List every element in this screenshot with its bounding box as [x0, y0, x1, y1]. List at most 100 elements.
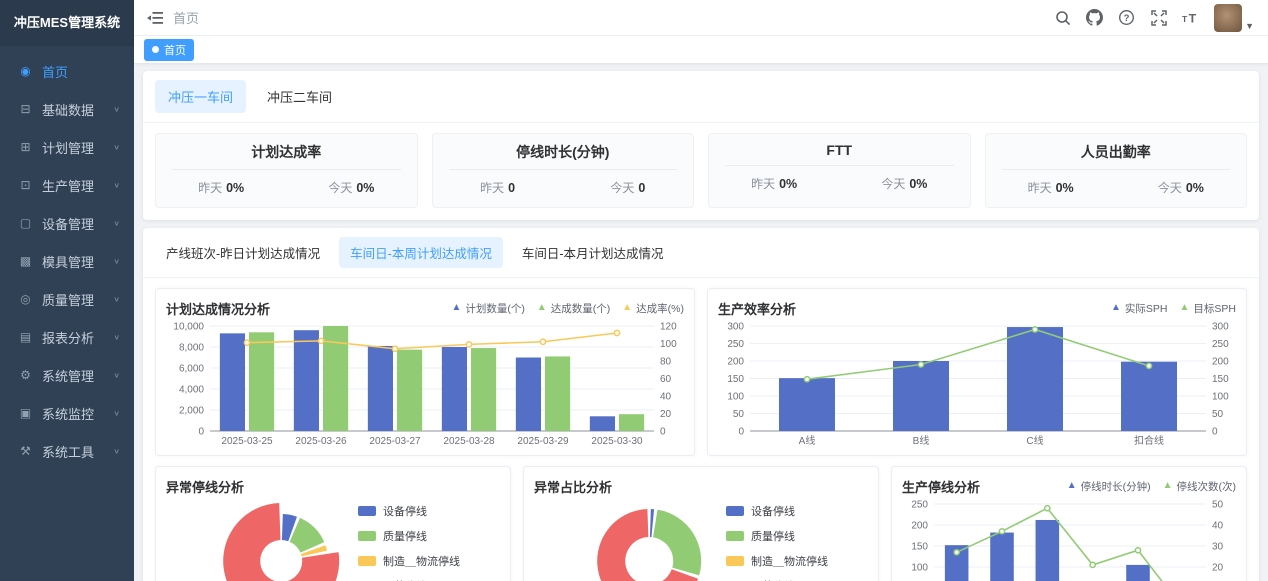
kpi-card-2: FTT昨天0%今天0%	[708, 133, 971, 208]
sidebar-item-7[interactable]: ▤报表分析∨	[0, 318, 134, 356]
sidebar-item-9[interactable]: ▣系统监控∨	[0, 394, 134, 432]
sidebar-item-8[interactable]: ⚙系统管理∨	[0, 356, 134, 394]
panel-abnormal-stop-analysis: 异常停线分析 设备停线质量停线制造＿物流停线工艺停线制造＿过程停线	[155, 466, 511, 581]
chevron-down-icon: ∨	[113, 105, 120, 114]
panel-title: 生产效率分析	[718, 299, 796, 318]
svg-text:150: 150	[911, 542, 928, 553]
chevron-down-icon: ∨	[113, 447, 120, 456]
svg-text:A线: A线	[799, 434, 816, 447]
svg-text:B线: B线	[913, 434, 930, 447]
breadcrumb[interactable]: 首页	[173, 8, 199, 27]
kpi-today: 今天0%	[881, 175, 927, 193]
svg-text:200: 200	[911, 521, 928, 532]
svg-text:40: 40	[660, 392, 672, 403]
kpi-today-label: 今天	[1158, 181, 1182, 195]
svg-text:100: 100	[727, 392, 744, 403]
sidebar-item-label: 设备管理	[42, 214, 113, 233]
legend-item[interactable]: 质量停线	[726, 528, 866, 544]
svg-text:250: 250	[911, 500, 928, 511]
header-tools: ? TT ▼	[1054, 4, 1268, 32]
donut-chart	[166, 497, 358, 581]
legend-label: 停线次数(次)	[1177, 479, 1237, 494]
chevron-down-icon: ∨	[113, 295, 120, 304]
legend-item[interactable]: ▲达成数量(个)	[537, 301, 610, 316]
abnormal-ratio-chart: 设备停线质量停线制造＿物流停线工艺停线制造＿过程停线	[534, 497, 868, 581]
legend-label: 质量停线	[751, 528, 795, 544]
kpi-today: 今天0%	[328, 179, 374, 197]
legend-triangle-icon: ▲	[1067, 481, 1077, 491]
sidebar-item-0[interactable]: ◉首页	[0, 52, 134, 90]
sidebar-item-icon: ▣	[18, 406, 33, 420]
kpi-card-3: 人员出勤率昨天0%今天0%	[985, 133, 1248, 208]
legend-item[interactable]: ▲停线次数(次)	[1163, 479, 1236, 494]
svg-text:10,000: 10,000	[173, 322, 204, 333]
chart-tab-1[interactable]: 车间日-本周计划达成情况	[339, 237, 503, 268]
legend-item[interactable]: 制造＿物流停线	[726, 553, 866, 569]
sidebar-item-icon: ▢	[18, 216, 33, 230]
kpi-values: 昨天 0% 今天0%	[156, 179, 417, 197]
svg-text:扣合线: 扣合线	[1134, 434, 1164, 447]
kpi-yesterday: 昨天 0%	[198, 179, 244, 197]
panel-abnormal-ratio-analysis: 异常占比分析 设备停线质量停线制造＿物流停线工艺停线制造＿过程停线	[523, 466, 879, 581]
workshop-tab-0[interactable]: 冲压一车间	[155, 80, 246, 113]
top-header: 首页 ?	[134, 0, 1268, 36]
legend-item[interactable]: ▲实际SPH	[1111, 301, 1168, 316]
svg-text:20: 20	[1212, 563, 1224, 574]
svg-text:100: 100	[660, 339, 677, 350]
legend-triangle-icon: ▲	[451, 303, 461, 313]
svg-text:2025-03-30: 2025-03-30	[591, 436, 643, 447]
help-icon[interactable]: ?	[1118, 9, 1135, 26]
tag-home[interactable]: 首页	[144, 39, 194, 61]
legend-label: 质量停线	[383, 528, 427, 544]
github-icon[interactable]	[1086, 9, 1103, 26]
svg-text:100: 100	[911, 563, 928, 574]
main-area: 首页 ?	[134, 0, 1268, 581]
legend-item[interactable]: 设备停线	[726, 503, 866, 519]
sidebar-item-4[interactable]: ▢设备管理∨	[0, 204, 134, 242]
legend-item[interactable]: ▲达成率(%)	[622, 301, 684, 316]
charts-row-bottom: 异常停线分析 设备停线质量停线制造＿物流停线工艺停线制造＿过程停线 异常占比分析	[155, 466, 1247, 581]
chart-tab-0[interactable]: 产线班次-昨日计划达成情况	[155, 237, 331, 268]
sidebar-item-icon: ◉	[18, 64, 33, 78]
kpi-divider	[725, 165, 954, 166]
sidebar-item-10[interactable]: ⚒系统工具∨	[0, 432, 134, 470]
search-icon[interactable]	[1054, 9, 1071, 26]
panel-plan-completion: 计划达成情况分析 ▲计划数量(个)▲达成数量(个)▲达成率(%) 02,0004…	[155, 288, 695, 456]
kpi-today-value: 0%	[1186, 181, 1204, 195]
legend-item[interactable]: ▲ 计划数量(个)	[451, 301, 524, 316]
legend-item[interactable]: ▲ 停线时长(分钟)	[1067, 479, 1151, 494]
kpi-yesterday-label: 昨天	[198, 181, 222, 195]
legend-item[interactable]: 制造＿物流停线	[358, 553, 498, 569]
sidebar-item-6[interactable]: ◎质量管理∨	[0, 280, 134, 318]
sidebar-item-label: 基础数据	[42, 100, 113, 119]
legend-item[interactable]: 设备停线	[358, 503, 498, 519]
sidebar-item-2[interactable]: ⊞计划管理∨	[0, 128, 134, 166]
legend-swatch	[726, 556, 744, 566]
kpi-yesterday-label: 昨天	[1028, 181, 1052, 195]
legend-item[interactable]: 质量停线	[358, 528, 498, 544]
legend-label: 计划数量(个)	[465, 301, 525, 316]
sidebar-collapse-icon[interactable]	[147, 11, 163, 25]
legend-label: 停线时长(分钟)	[1081, 479, 1151, 494]
svg-text:100: 100	[1212, 392, 1229, 403]
fullscreen-icon[interactable]	[1150, 9, 1167, 26]
kpi-values: 昨天0今天0	[433, 179, 694, 197]
avatar[interactable]	[1214, 4, 1242, 32]
workshop-tab-1[interactable]: 冲压二车间	[254, 80, 345, 113]
legend-item[interactable]: ▲目标SPH	[1180, 301, 1237, 316]
svg-text:150: 150	[1212, 374, 1229, 385]
sidebar-item-icon: ⊟	[18, 102, 33, 116]
sidebar-item-1[interactable]: ⊟ 基础数据∨	[0, 90, 134, 128]
workshop-kpi-card: 冲压一车间冲压二车间 计划达成率昨天0%今天0%停线时长(分钟)昨天0今天0FT…	[143, 71, 1259, 220]
kpi-card-1: 停线时长(分钟)昨天0今天0	[432, 133, 695, 208]
chevron-down-icon: ∨	[113, 333, 120, 342]
sidebar-item-5[interactable]: ▩模具管理∨	[0, 242, 134, 280]
panel-production-stop-analysis: 生产停线分析 ▲停线时长(分钟)▲停线次数(次) 050100150200250…	[891, 466, 1247, 581]
sidebar-item-3[interactable]: ⊡生产管理∨	[0, 166, 134, 204]
user-menu[interactable]: ▼	[1214, 4, 1254, 32]
font-size-icon[interactable]: TT	[1182, 9, 1199, 26]
chevron-down-icon: ▼	[1245, 21, 1254, 32]
chart-tab-2[interactable]: 车间日-本月计划达成情况	[511, 237, 675, 268]
kpi-yesterday-value: 0%	[226, 181, 244, 195]
kpi-today-value: 0	[638, 181, 645, 195]
